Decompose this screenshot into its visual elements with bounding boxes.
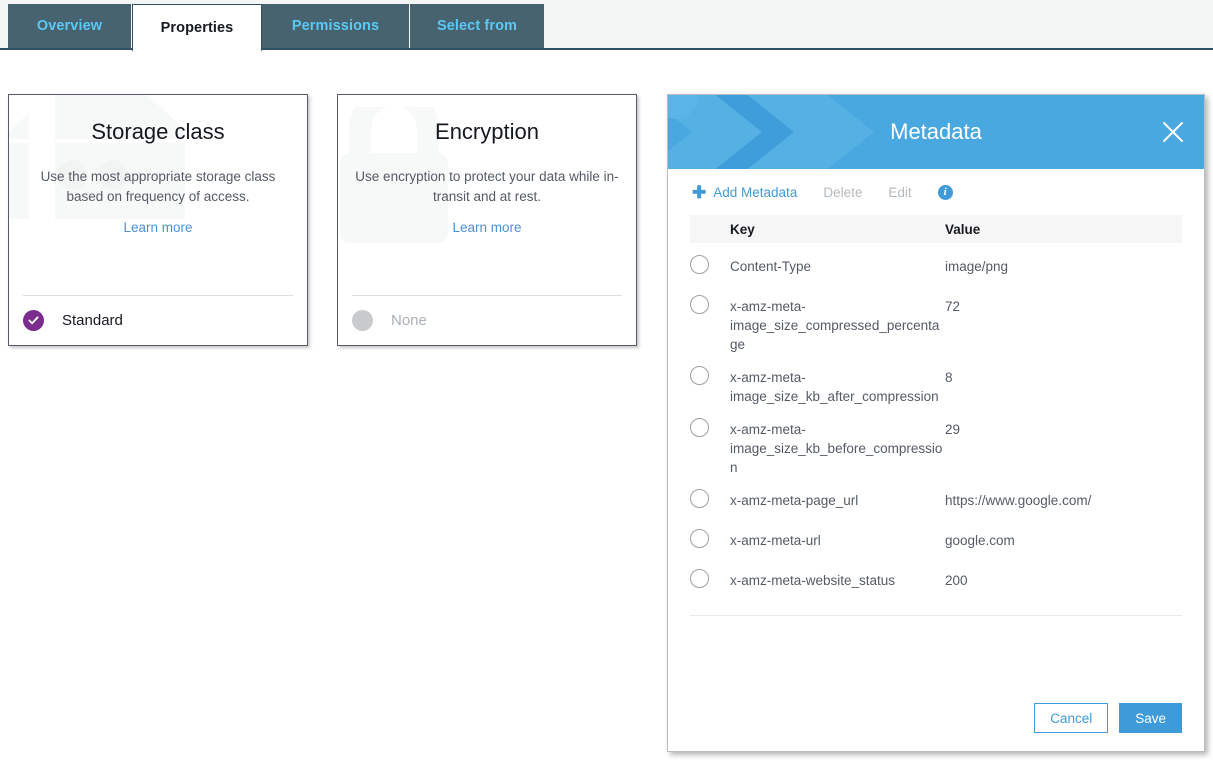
- encryption-description: Use encryption to protect your data whil…: [355, 169, 619, 204]
- row-select-cell: [690, 366, 730, 385]
- tab-properties[interactable]: Properties: [132, 4, 262, 52]
- metadata-value: 8: [945, 370, 953, 385]
- storage-class-card: Storage class Use the most appropriate s…: [8, 94, 308, 346]
- edit-label: Edit: [888, 184, 912, 200]
- table-row: x-amz-meta-page_url https://www.google.co…: [690, 477, 1182, 517]
- metadata-panel-footer: Cancel Save: [668, 685, 1204, 751]
- metadata-key: x-amz-meta-image_size_kb_before_compress…: [730, 422, 943, 475]
- metadata-key: x-amz-meta-image_size_compressed_percent…: [730, 299, 940, 352]
- metadata-toolbar: ✚ Add Metadata Delete Edit i: [668, 169, 1204, 215]
- encryption-card: Encryption Use encryption to protect you…: [337, 94, 637, 346]
- metadata-table-body: Content-Type image/png x-amz-meta-image_si…: [690, 243, 1182, 597]
- radio-button[interactable]: [690, 569, 709, 588]
- metadata-key: Content-Type: [730, 259, 812, 274]
- encryption-status-icon[interactable]: [352, 310, 373, 331]
- info-icon[interactable]: i: [937, 184, 953, 200]
- header-value: Value: [945, 221, 981, 237]
- metadata-table-header: Key Value: [690, 215, 1182, 243]
- table-row: Content-Type image/png: [690, 243, 1182, 283]
- save-label: Save: [1135, 710, 1166, 726]
- table-row: x-amz-meta-image_size_kb_before_compress…: [690, 406, 1182, 477]
- tab-select-from-label: Select from: [436, 18, 518, 34]
- tab-overview[interactable]: Overview: [8, 4, 132, 48]
- metadata-panel: Metadata ✚ Add Metadata Delete Edit i Ke…: [667, 94, 1205, 752]
- table-row: x-amz-meta-website_status 200: [690, 557, 1182, 597]
- metadata-key: x-amz-meta-url: [730, 533, 821, 548]
- encryption-learn-more-link[interactable]: Learn more: [338, 220, 636, 235]
- tab-permissions-label: Permissions: [291, 18, 380, 34]
- row-select-cell: [690, 569, 730, 588]
- row-select-cell: [690, 529, 730, 548]
- metadata-value: image/png: [945, 259, 1009, 274]
- cancel-button[interactable]: Cancel: [1034, 703, 1109, 733]
- delete-label: Delete: [823, 184, 863, 200]
- metadata-value: 72: [945, 299, 961, 314]
- metadata-value: https://www.google.com/: [945, 493, 1092, 508]
- close-x-glyph: [1163, 122, 1183, 142]
- storage-class-learn-more-link[interactable]: Learn more: [9, 220, 307, 235]
- metadata-key: x-amz-meta-website_status: [730, 573, 896, 588]
- encryption-status-row: None: [352, 295, 622, 345]
- info-glyph: i: [943, 186, 947, 198]
- storage-class-selected-icon[interactable]: [23, 310, 44, 331]
- metadata-table: Key Value Content-Type image/png x-amz-met…: [690, 215, 1182, 597]
- radio-button[interactable]: [690, 418, 709, 437]
- encryption-title: Encryption: [435, 119, 539, 144]
- tab-overview-label: Overview: [36, 18, 103, 34]
- plus-icon: ✚: [692, 182, 707, 202]
- metadata-panel-header: Metadata: [668, 95, 1204, 169]
- storage-class-description: Use the most appropriate storage class b…: [40, 169, 276, 204]
- metadata-key: x-amz-meta-image_size_kb_after_compressi…: [730, 370, 939, 404]
- close-icon[interactable]: [1156, 115, 1190, 149]
- metadata-value: 200: [945, 573, 968, 588]
- row-select-cell: [690, 295, 730, 314]
- edit-button[interactable]: Edit: [888, 185, 911, 200]
- delete-button[interactable]: Delete: [823, 185, 862, 200]
- save-button[interactable]: Save: [1119, 703, 1182, 733]
- add-metadata-button[interactable]: ✚ Add Metadata: [692, 184, 797, 201]
- encryption-value: None: [391, 312, 427, 329]
- row-select-cell: [690, 489, 730, 508]
- table-row: x-amz-meta-image_size_kb_after_compressi…: [690, 354, 1182, 406]
- check-icon: [28, 316, 39, 325]
- storage-class-value: Standard: [62, 312, 123, 329]
- tab-select-from[interactable]: Select from: [410, 4, 545, 48]
- add-metadata-label: Add Metadata: [713, 184, 798, 200]
- storage-class-title: Storage class: [91, 119, 225, 144]
- metadata-value: google.com: [945, 533, 1015, 548]
- metadata-value: 29: [945, 422, 961, 437]
- header-key: Key: [730, 221, 755, 237]
- row-select-cell: [690, 418, 730, 437]
- tab-permissions[interactable]: Permissions: [262, 4, 410, 48]
- radio-button[interactable]: [690, 366, 709, 385]
- storage-class-status-row: Standard: [23, 295, 293, 345]
- metadata-divider: [690, 615, 1182, 616]
- metadata-panel-title: Metadata: [890, 119, 982, 144]
- radio-button[interactable]: [690, 255, 709, 274]
- table-row: x-amz-meta-image_size_compressed_percent…: [690, 283, 1182, 354]
- radio-button[interactable]: [690, 489, 709, 508]
- cancel-label: Cancel: [1050, 710, 1093, 726]
- tab-properties-label: Properties: [160, 19, 234, 36]
- table-row: x-amz-meta-url google.com: [690, 517, 1182, 557]
- row-select-cell: [690, 255, 730, 274]
- radio-button[interactable]: [690, 529, 709, 548]
- radio-button[interactable]: [690, 295, 709, 314]
- tab-bar: Overview Properties Permissions Select f…: [0, 0, 1213, 52]
- metadata-key: x-amz-meta-page_url: [730, 493, 859, 508]
